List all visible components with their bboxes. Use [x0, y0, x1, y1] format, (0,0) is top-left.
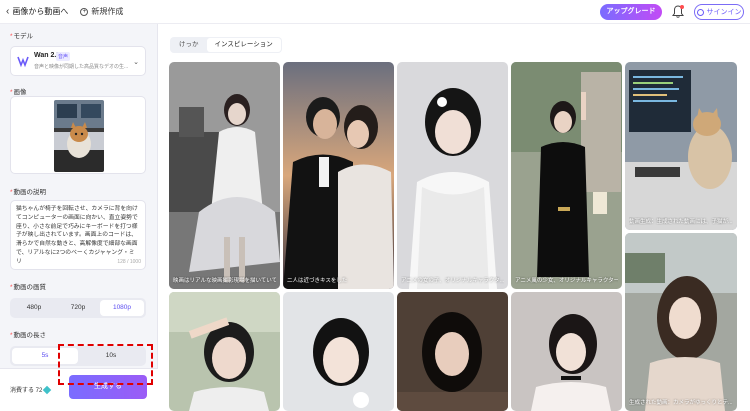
- gallery-card[interactable]: 二人は近づきキスをした: [283, 62, 394, 289]
- gallery-card[interactable]: [169, 292, 280, 411]
- gallery-card[interactable]: [283, 292, 394, 411]
- gallery-image: [169, 62, 280, 289]
- chevron-down-icon: ⌄: [133, 59, 139, 66]
- gallery-card[interactable]: アニメの女の子、オリジナルキャラクタ...: [397, 62, 508, 289]
- upgrade-button[interactable]: アップグレード: [600, 4, 662, 20]
- new-create-button[interactable]: + 新規作成: [80, 6, 123, 17]
- card-caption: 生成された動画：カメラがゆっくりとテ...: [629, 400, 733, 406]
- gallery-card[interactable]: アニメ風の少女、オリジナルキャラクター...: [511, 62, 622, 289]
- gallery-image: [169, 292, 280, 411]
- gallery-image: [511, 292, 622, 411]
- length-section-label: *動画の長さ: [10, 332, 47, 339]
- description-text: 猫ちゃんが椅子を回転させ、カメラに背を向けてコンピューターの画面に向かい、直立姿…: [16, 206, 138, 265]
- uploaded-cat-image: [54, 100, 104, 172]
- gallery-image: [283, 62, 394, 289]
- back-button[interactable]: ‹ 画像から動画へ: [6, 6, 68, 17]
- card-caption: 映画はリアルな映画撮影現場を描いていて...: [173, 278, 276, 284]
- gallery-area: けっか インスピレーション 映画はリアルな映画撮影現場を描いていて... 二人は…: [158, 24, 750, 411]
- wan-logo-icon: [17, 56, 29, 68]
- char-count: 128 / 1000: [117, 259, 141, 266]
- gem-icon: [43, 385, 52, 394]
- credit-cost-label: 消費する 72: [10, 388, 43, 394]
- quality-720p[interactable]: 720p: [56, 300, 100, 316]
- card-caption: アニメ風の少女、オリジナルキャラクター...: [515, 278, 618, 284]
- back-label: 画像から動画へ: [12, 7, 69, 16]
- description-textarea[interactable]: 猫ちゃんが椅子を回転させ、カメラに背を向けてコンピューターの画面に向かい、直立姿…: [10, 200, 146, 270]
- gallery-card[interactable]: 映画はリアルな映画撮影現場を描いていて...: [169, 62, 280, 289]
- chevron-left-icon: ‹: [6, 6, 10, 17]
- image-upload-area[interactable]: [10, 96, 146, 174]
- signin-label: サインイン: [706, 9, 742, 16]
- image-section-label: *画像: [10, 89, 27, 96]
- gallery-image: [397, 292, 508, 411]
- gallery-card[interactable]: 動画生成：生成された動画には、子猫が...: [625, 62, 737, 230]
- bell-icon[interactable]: [672, 5, 684, 19]
- plus-circle-icon: +: [80, 7, 89, 16]
- quality-1080p[interactable]: 1080p: [100, 300, 144, 316]
- top-bar: ‹ 画像から動画へ + 新規作成 アップグレード サインイン: [0, 0, 750, 24]
- model-audio-badge: 音声: [56, 52, 71, 61]
- gallery-tabs: けっか インスピレーション: [170, 37, 282, 53]
- quality-480p[interactable]: 480p: [12, 300, 56, 316]
- gallery-image: [283, 292, 394, 411]
- tab-inspiration[interactable]: インスピレーション: [206, 38, 281, 52]
- gallery-image: [625, 233, 737, 411]
- card-caption: アニメの女の子、オリジナルキャラクタ...: [401, 278, 504, 284]
- model-description: 音声と映像が同期した高品質なデオの生...: [34, 64, 129, 70]
- card-caption: 二人は近づきキスをした: [287, 278, 348, 284]
- quality-selector: 480p 720p 1080p: [10, 298, 146, 318]
- tab-results[interactable]: けっか: [171, 38, 207, 52]
- credit-cost: 消費する 72: [10, 385, 52, 394]
- gallery-image: [397, 62, 508, 289]
- user-icon: [696, 8, 704, 16]
- gallery-card[interactable]: [397, 292, 508, 411]
- highlight-dashed-box: [58, 344, 153, 385]
- model-selector[interactable]: Wan 2.5 音声 音声と映像が同期した高品質なデオの生... ⌄: [10, 46, 146, 76]
- gallery-image: [511, 62, 622, 289]
- gallery-image: [625, 62, 737, 230]
- new-create-label: 新規作成: [91, 7, 124, 16]
- notification-dot: [680, 5, 684, 9]
- quality-section-label: *動画の画質: [10, 284, 47, 291]
- signin-button[interactable]: サインイン: [694, 4, 744, 20]
- card-caption: 動画生成：生成された動画には、子猫が...: [629, 219, 733, 225]
- description-section-label: *動画の説明: [10, 189, 47, 196]
- model-section-label: *モデル: [10, 33, 34, 40]
- gallery-card[interactable]: [511, 292, 622, 411]
- gallery-card[interactable]: 生成された動画：カメラがゆっくりとテ...: [625, 233, 737, 411]
